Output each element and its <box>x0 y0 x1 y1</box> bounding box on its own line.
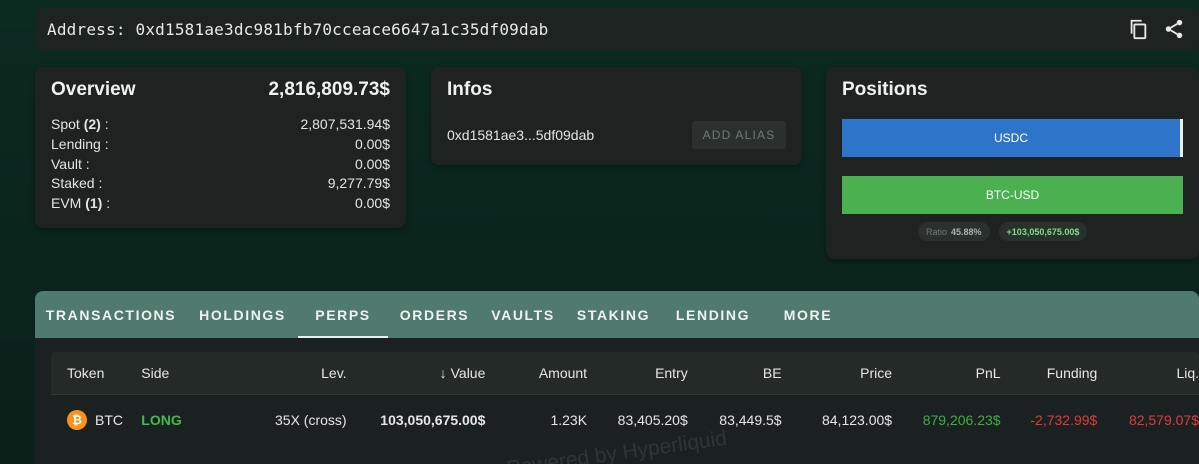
overview-value: 0.00$ <box>354 155 390 172</box>
header-lev[interactable]: Lev. <box>231 365 346 381</box>
overview-rows: Spot (2) : 2,807,531.94$ Lending : 0.00$… <box>51 115 390 214</box>
overview-value: 0.00$ <box>354 135 390 152</box>
cell-lev: 35X (cross) <box>275 411 347 428</box>
header-funding[interactable]: Funding <box>1001 365 1098 381</box>
tab-more[interactable]: MORE <box>764 291 852 338</box>
header-pnl[interactable]: PnL <box>892 365 1001 381</box>
cell-token: ₿ BTC <box>51 409 141 430</box>
copy-icon[interactable] <box>1127 18 1149 40</box>
overview-card: Overview 2,816,809.73$ Spot (2) : 2,807,… <box>35 67 406 228</box>
position-bar-btc-usd[interactable]: BTC-USD <box>842 176 1183 214</box>
pnl-badge: +103,050,675.00$ <box>998 222 1088 241</box>
perps-table: Token Side Lev. ↓ Value Amount Entry BE P… <box>51 352 1199 464</box>
overview-row-evm: EVM (1) : 0.00$ <box>51 194 390 214</box>
overview-value: 9,277.79$ <box>327 175 390 192</box>
bitcoin-icon: ₿ <box>67 409 87 430</box>
overview-title: Overview <box>51 79 136 100</box>
tab-holdings[interactable]: HOLDINGS <box>187 291 298 338</box>
arrow-down-icon: ↓ <box>439 365 447 381</box>
cell-entry: 83,405.20$ <box>617 411 688 428</box>
position-badges: Ratio 45.88% +103,050,675.00$ <box>918 222 1088 241</box>
address-text: Address: 0xd1581ae3dc981bfb70cceace6647a… <box>47 19 549 39</box>
tab-vaults[interactable]: VAULTS <box>481 291 565 338</box>
cell-value: 103,050,675.00$ <box>380 411 486 428</box>
tab-orders[interactable]: ORDERS <box>388 291 481 338</box>
infos-short-address: 0xd1581ae3...5df09dab <box>447 127 595 143</box>
header-value[interactable]: ↓ Value <box>347 365 486 381</box>
infos-title: Infos <box>447 79 493 100</box>
table-row[interactable]: ₿ BTC LONG 35X (cross) 103,050,675.00$ 1… <box>51 394 1199 444</box>
overview-row-vault: Vault : 0.00$ <box>51 155 390 175</box>
tab-perps[interactable]: PERPS <box>298 291 388 338</box>
table-header: Token Side Lev. ↓ Value Amount Entry BE P… <box>51 352 1199 394</box>
cell-side: LONG <box>141 411 182 428</box>
cell-pnl: 879,206.23$ <box>922 411 1001 428</box>
cell-amount: 1.23K <box>550 411 588 428</box>
overview-row-lending: Lending : 0.00$ <box>51 135 390 155</box>
cell-be: 83,449.5$ <box>719 411 782 428</box>
header-entry[interactable]: Entry <box>587 365 688 381</box>
ratio-badge: Ratio 45.88% <box>918 222 990 241</box>
header-liq[interactable]: Liq. <box>1097 365 1199 381</box>
perps-panel: TRANSACTIONS HOLDINGS PERPS ORDERS VAULT… <box>35 291 1199 464</box>
overview-row-spot: Spot (2) : 2,807,531.94$ <box>51 115 390 135</box>
positions-title: Positions <box>842 79 928 100</box>
header-side[interactable]: Side <box>141 365 231 381</box>
address-actions <box>1127 18 1185 40</box>
position-bar-usdc[interactable]: USDC <box>842 119 1183 157</box>
overview-total: 2,816,809.73$ <box>268 79 390 100</box>
overview-row-staked: Staked : 9,277.79$ <box>51 174 390 194</box>
address-bar: Address: 0xd1581ae3dc981bfb70cceace6647a… <box>35 8 1199 50</box>
header-amount[interactable]: Amount <box>485 365 587 381</box>
tab-bar: TRANSACTIONS HOLDINGS PERPS ORDERS VAULT… <box>35 291 1199 338</box>
infos-card: Infos 0xd1581ae3...5df09dab ADD ALIAS <box>431 67 802 165</box>
header-be[interactable]: BE <box>688 365 782 381</box>
overview-value: 2,807,531.94$ <box>300 116 390 132</box>
cell-funding: -2,732.99$ <box>1030 411 1098 428</box>
overview-value: 0.00$ <box>354 195 390 212</box>
add-alias-button[interactable]: ADD ALIAS <box>692 121 786 149</box>
cell-price: 84,123.00$ <box>821 411 893 428</box>
cell-liq: 82,579.07$ <box>1128 411 1199 428</box>
positions-card: Positions USDC BTC-USD Ratio 45.88% +103… <box>826 67 1199 259</box>
header-price[interactable]: Price <box>782 365 892 381</box>
tab-transactions[interactable]: TRANSACTIONS <box>35 291 187 338</box>
tab-staking[interactable]: STAKING <box>565 291 662 338</box>
header-token[interactable]: Token <box>51 365 141 381</box>
share-icon[interactable] <box>1163 18 1185 40</box>
tab-lending[interactable]: LENDING <box>662 291 764 338</box>
